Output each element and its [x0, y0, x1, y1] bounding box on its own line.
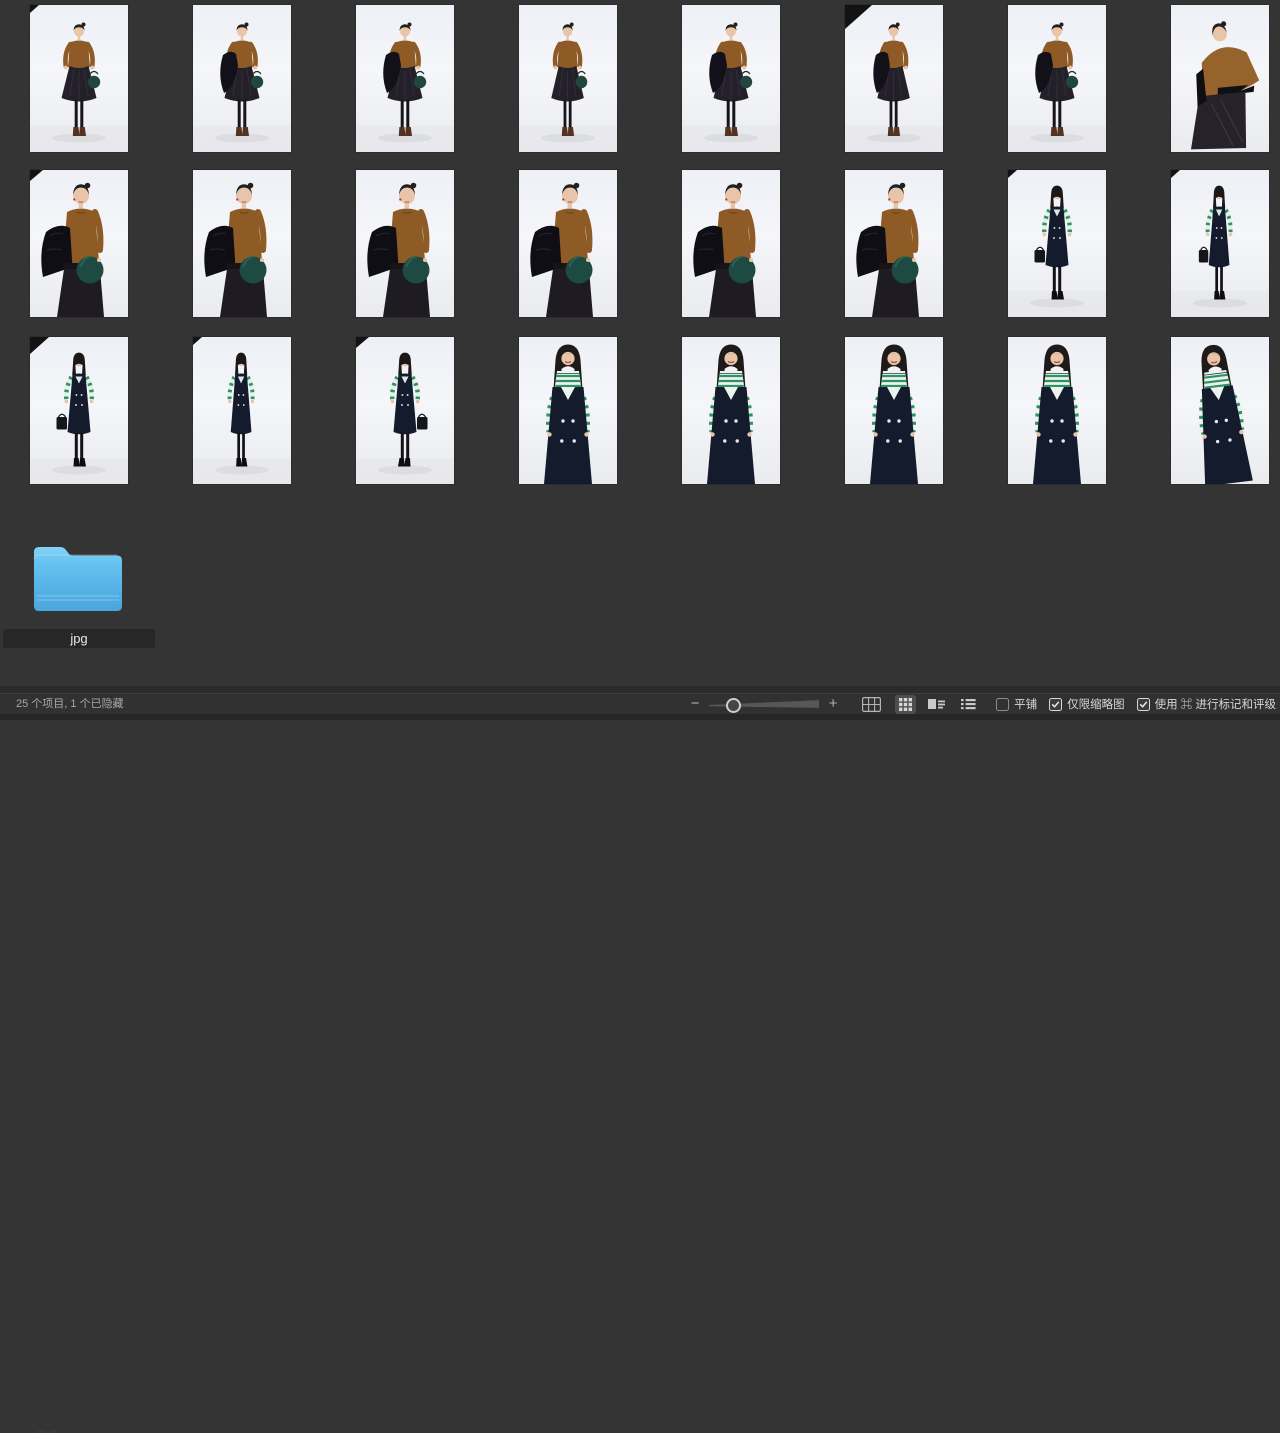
photo-thumbnail[interactable]: [845, 5, 943, 152]
bottom-edge-strip: [0, 714, 1280, 720]
photo-figure: [30, 5, 128, 152]
photo-figure: [193, 337, 291, 484]
photo-thumbnail[interactable]: [682, 337, 780, 484]
photo-figure: [30, 337, 128, 484]
photo-thumbnail[interactable]: [356, 337, 454, 484]
photo-figure: [519, 337, 617, 484]
photo-thumbnail[interactable]: [356, 5, 454, 152]
photo-figure: [845, 5, 943, 152]
checkbox-cmd-tagging-box[interactable]: [1137, 698, 1150, 711]
photo-thumbnail[interactable]: [519, 5, 617, 152]
folder-icon: [30, 538, 126, 621]
photo-thumbnail[interactable]: [682, 5, 780, 152]
folder-name-label[interactable]: jpg: [3, 629, 155, 648]
browser-window: { "window": { "background": "#343434", "…: [0, 0, 1280, 720]
photo-thumbnail[interactable]: [682, 170, 780, 317]
photo-thumbnail[interactable]: [30, 337, 128, 484]
statusbar-controls: − + 平铺 仅限缩略图 使用 ⌘ 进行标记和评级: [688, 694, 1276, 714]
slider-handle[interactable]: [726, 698, 741, 713]
checkbox-thumbnails-only[interactable]: 仅限缩略图: [1049, 696, 1125, 712]
grid-view-icon[interactable]: [895, 695, 916, 714]
photo-thumbnail[interactable]: [193, 170, 291, 317]
photo-figure: [845, 170, 943, 317]
photo-figure: [356, 5, 454, 152]
photo-figure: [193, 170, 291, 317]
photo-thumbnail[interactable]: [193, 5, 291, 152]
photo-thumbnail[interactable]: [30, 170, 128, 317]
zoom-in-button[interactable]: +: [826, 694, 840, 714]
photo-thumbnail[interactable]: [193, 337, 291, 484]
photo-thumbnail[interactable]: [845, 337, 943, 484]
photo-thumbnail[interactable]: [519, 337, 617, 484]
photo-thumbnail[interactable]: [1008, 5, 1106, 152]
zoom-out-button[interactable]: −: [688, 694, 702, 714]
checkbox-tile-label: 平铺: [1014, 696, 1037, 712]
photo-figure: [845, 337, 943, 484]
photo-figure: [1008, 5, 1106, 152]
status-bar: 25 个项目, 1 个已隐藏 − + 平铺 仅限缩略图 使用 ⌘ 进行标记和评级: [0, 693, 1280, 714]
checkbox-tile[interactable]: 平铺: [996, 696, 1037, 712]
photo-figure: [682, 170, 780, 317]
checkbox-thumbnails-only-box[interactable]: [1049, 698, 1062, 711]
view-mode-switcher: [895, 695, 980, 714]
photo-figure: [356, 170, 454, 317]
checkbox-tile-box[interactable]: [996, 698, 1009, 711]
option-checkboxes: 平铺 仅限缩略图 使用 ⌘ 进行标记和评级: [996, 696, 1276, 712]
photo-figure: [30, 170, 128, 317]
statusbar-shadow-band: [0, 686, 1280, 693]
photo-thumbnail[interactable]: [1171, 337, 1269, 484]
photo-thumbnail[interactable]: [1008, 337, 1106, 484]
grid-outline-icon[interactable]: [858, 694, 885, 715]
photo-figure: [1171, 5, 1269, 152]
photo-figure: [356, 337, 454, 484]
photo-figure: [519, 5, 617, 152]
photo-thumbnail[interactable]: [845, 170, 943, 317]
thumbnail-size-slider[interactable]: [709, 697, 819, 711]
photo-figure: [1008, 337, 1106, 484]
photo-figure: [1171, 337, 1269, 484]
photo-thumbnail[interactable]: [30, 5, 128, 152]
photo-figure: [1008, 170, 1106, 317]
detail-view-icon[interactable]: [957, 695, 980, 713]
checkbox-cmd-tagging[interactable]: 使用 ⌘ 进行标记和评级: [1137, 696, 1276, 712]
photo-thumbnail[interactable]: [519, 170, 617, 317]
photo-thumbnail[interactable]: [356, 170, 454, 317]
photo-figure: [193, 5, 291, 152]
photo-figure: [682, 5, 780, 152]
items-count-text: 25 个项目, 1 个已隐藏: [16, 694, 124, 714]
photo-thumbnail[interactable]: [1171, 5, 1269, 152]
list-view-icon[interactable]: [924, 695, 949, 713]
photo-figure: [682, 337, 780, 484]
checkbox-thumbnails-only-label: 仅限缩略图: [1067, 696, 1125, 712]
photo-thumbnail[interactable]: [1171, 170, 1269, 317]
checkbox-cmd-tagging-label: 使用 ⌘ 进行标记和评级: [1155, 696, 1276, 712]
folder-item-jpg[interactable]: jpg: [0, 534, 160, 654]
photo-thumbnail[interactable]: [1008, 170, 1106, 317]
photo-figure: [1171, 170, 1269, 317]
photo-figure: [519, 170, 617, 317]
